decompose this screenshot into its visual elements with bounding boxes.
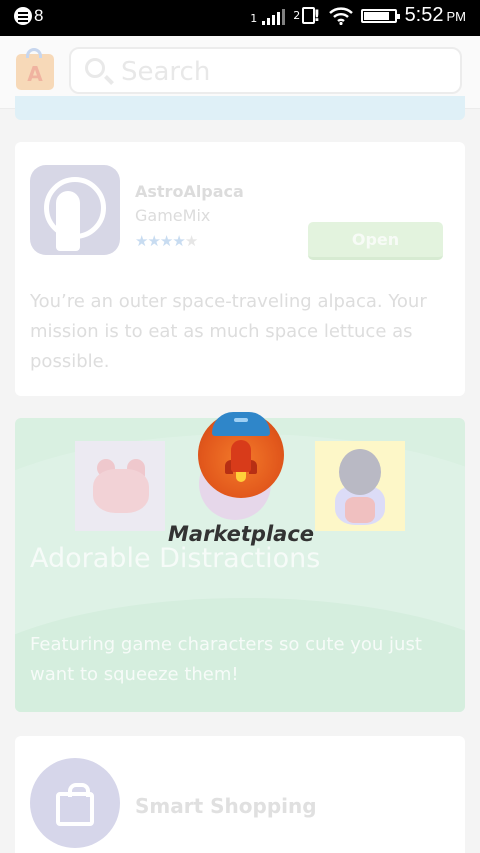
app-description: You’re an outer space-traveling alpaca. … [30,291,427,372]
marketplace-label: Marketplace [168,522,315,546]
marketplace-app: A AstroAlpaca GameMix ★★★★★ Open You’re … [0,36,480,853]
rocket-flame [236,472,246,482]
wifi-icon [328,6,353,25]
clock-time: 5:52 [404,4,444,26]
shopping-bag-icon [30,758,120,848]
logo-letter: A [27,62,43,86]
sim1-signal-icon: 1 [250,7,286,25]
open-button[interactable]: Open [308,222,443,260]
star-icon: ★ [159,232,173,250]
sim2-icon: 2 ! [293,6,320,25]
clock-ampm: PM [446,9,467,24]
star-icon: ★ [147,232,160,250]
status-left: 8 [14,6,43,26]
marketplace-launch-overlay: Marketplace [168,412,315,562]
alpaca-silhouette [56,191,80,251]
search-icon [85,58,105,78]
app-developer[interactable]: GameMix [135,206,210,225]
pig-game-thumbnail[interactable] [75,441,165,531]
previous-card-edge[interactable] [15,96,465,120]
smart-shopping-card[interactable]: Smart Shopping [15,736,465,853]
penguin-cape [345,497,375,523]
star-icon: ★ [172,232,185,250]
battery-icon [360,8,400,23]
search-input[interactable] [119,55,453,89]
collection-description: Featuring game characters so cute you ju… [30,634,422,685]
notification-icon [14,7,32,25]
app-card[interactable]: AstroAlpaca GameMix ★★★★★ Open You’re an… [15,142,465,396]
bag-shape [56,783,94,826]
visor-shape [212,412,270,436]
notification-count: 8 [34,6,44,25]
pig-body [93,469,149,513]
star-icon: ★ [135,232,148,250]
sim1-label: 1 [250,11,258,25]
status-right: 1 2 ! 5:52 PM [250,4,466,27]
smart-shopping-title[interactable]: Smart Shopping [135,794,317,818]
app-title[interactable]: AstroAlpaca [135,182,244,201]
sim2-label: 2 [293,9,301,22]
marketplace-logo-icon[interactable]: A [16,48,54,90]
clock: 5:52 PM [405,4,466,27]
rocket-body [231,440,251,472]
alpaca-app-icon[interactable] [30,165,120,255]
penguin-head [339,449,381,495]
star-empty-icon: ★ [184,232,198,250]
status-bar: 8 1 2 ! 5:52 PM [0,0,480,36]
rocket-logo-icon [198,412,284,498]
rating-stars: ★★★★★ [135,232,198,250]
sim-alert-icon: ! [313,6,321,25]
search-box[interactable] [69,47,462,94]
penguin-game-thumbnail[interactable] [315,441,405,531]
